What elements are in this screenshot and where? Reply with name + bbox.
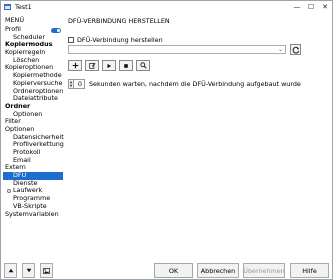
search-connection-button[interactable] [136, 60, 150, 71]
search-icon [139, 62, 147, 69]
minimize-button[interactable]: — [290, 1, 304, 13]
apply-button[interactable]: Übernehmen [243, 263, 285, 278]
play-icon [107, 63, 112, 68]
add-connection-button[interactable] [68, 60, 82, 71]
expand-icon[interactable] [7, 189, 11, 194]
stop-icon [124, 63, 128, 68]
ok-button[interactable]: OK [154, 263, 193, 278]
dial-up-checkbox-label: DFÜ-Verbindung herstellen [77, 35, 163, 44]
window-title: Test1 [15, 3, 32, 11]
stop-connection-button[interactable] [119, 60, 133, 71]
profile-toggle[interactable] [51, 27, 61, 33]
main-area: MENÜ Profil Scheduler Kopiermodus Kopierreg… [1, 14, 332, 261]
move-up-button[interactable] [4, 263, 17, 278]
image-button[interactable] [40, 263, 53, 278]
close-button[interactable]: ✕ [318, 1, 332, 13]
sidebar-menu: MENÜ Profil Scheduler Kopiermodus Kopierreg… [3, 14, 64, 261]
cancel-button[interactable]: Abbrechen [197, 263, 239, 278]
wait-seconds-label: Sekunden warten, nachdem die DFÜ-Verbind… [89, 79, 301, 88]
start-connection-button[interactable] [102, 60, 116, 71]
window-controls: — ☐ ✕ [290, 1, 332, 13]
sidebar-item-label: Systemvariablen [5, 209, 59, 218]
connection-select[interactable]: ⌄ [68, 45, 286, 54]
connection-toolbar [68, 60, 150, 72]
arrow-up-icon [8, 268, 13, 273]
image-icon [43, 267, 50, 274]
page-title: DFÜ-VERBINDUNG HERSTELLEN [68, 17, 170, 25]
content-panel: DFÜ-VERBINDUNG HERSTELLEN DFÜ-Verbindung… [68, 14, 330, 261]
wait-seconds-input[interactable]: 0 [74, 78, 85, 89]
app-window: Test1 — ☐ ✕ MENÜ Profil Scheduler Kopiermo… [0, 0, 333, 280]
edit-icon [88, 63, 96, 69]
edit-connection-button[interactable] [85, 60, 99, 71]
nav-list: Profil Scheduler Kopiermodus Kopierregeln Lö… [3, 25, 64, 219]
dial-up-checkbox[interactable] [68, 36, 74, 43]
title-bar: Test1 — ☐ ✕ [1, 1, 332, 13]
chevron-down-icon[interactable]: ⌄ [278, 46, 283, 53]
help-button[interactable]: Hilfe [290, 263, 329, 278]
maximize-button[interactable]: ☐ [304, 1, 318, 13]
footer-bar: OK Abbrechen Übernehmen Hilfe [1, 263, 332, 279]
arrow-down-icon [26, 268, 31, 273]
wait-seconds-row: ▲ ▼ 0 Sekunden warten, nachdem die DFÜ-V… [68, 78, 301, 89]
stepper-down-icon[interactable]: ▼ [70, 84, 73, 88]
refresh-button[interactable] [290, 44, 301, 55]
plus-icon [72, 62, 78, 69]
window-app-icon [4, 4, 11, 10]
sidebar-item-systemvariablen-24[interactable]: Systemvariablen [3, 209, 63, 219]
refresh-icon [292, 46, 299, 54]
sidebar-item-protokoll-16[interactable]: Protokoll [3, 148, 63, 157]
dial-up-checkbox-row[interactable]: DFÜ-Verbindung herstellen [68, 35, 163, 44]
connection-select-row: ⌄ [68, 44, 330, 56]
move-down-button[interactable] [22, 263, 35, 278]
sidebar-item-extern-18[interactable]: Extern [3, 164, 63, 172]
